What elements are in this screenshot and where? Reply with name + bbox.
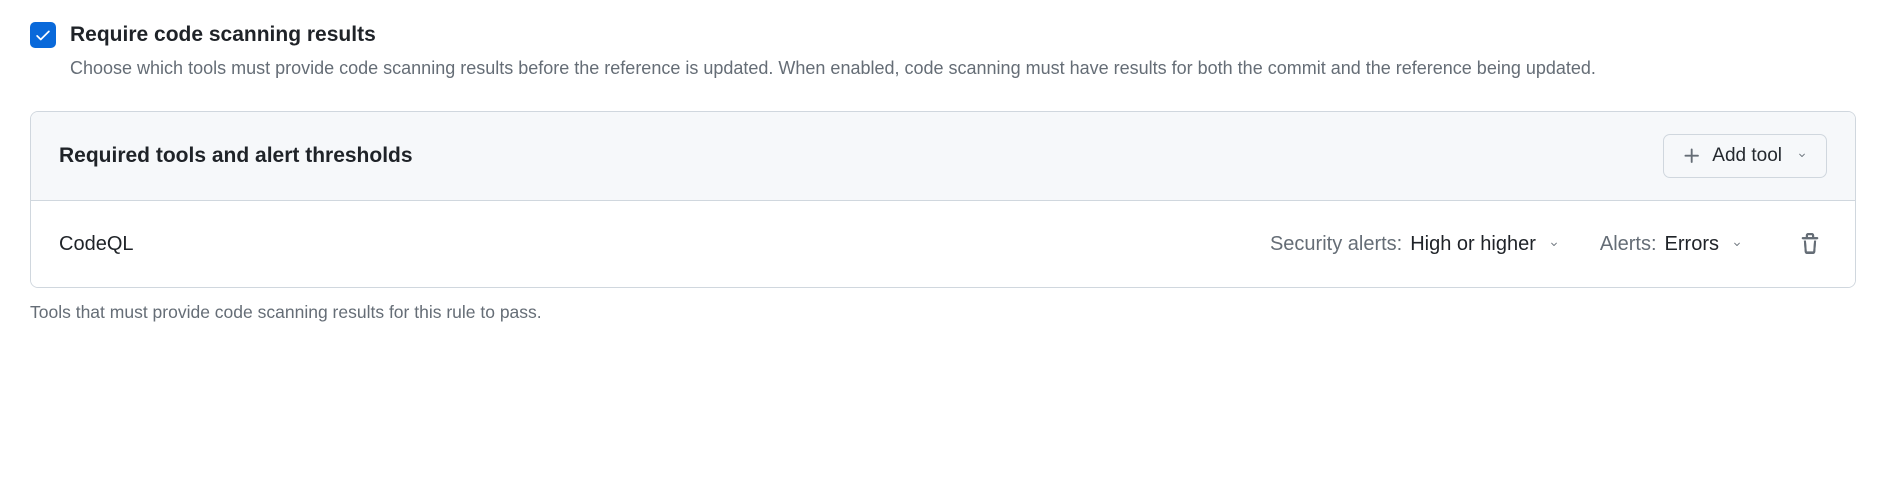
- require-code-scanning-checkbox[interactable]: [30, 22, 56, 48]
- alerts-label: Alerts:: [1600, 233, 1657, 256]
- security-alerts-dropdown[interactable]: Security alerts: High or higher: [1270, 233, 1560, 256]
- tool-name: CodeQL: [59, 233, 1230, 256]
- security-alerts-value: High or higher: [1410, 233, 1536, 256]
- footer-note: Tools that must provide code scanning re…: [30, 302, 1856, 323]
- panel-header: Required tools and alert thresholds Add …: [31, 112, 1855, 201]
- alerts-dropdown[interactable]: Alerts: Errors: [1600, 233, 1743, 256]
- setting-description: Choose which tools must provide code sca…: [70, 55, 1856, 83]
- add-tool-button[interactable]: Add tool: [1663, 134, 1827, 178]
- tool-row: CodeQL Security alerts: High or higher A…: [31, 201, 1855, 287]
- checkmark-icon: [34, 26, 52, 44]
- panel-title: Required tools and alert thresholds: [59, 144, 413, 168]
- add-tool-label: Add tool: [1712, 145, 1782, 167]
- caret-down-icon: [1727, 233, 1743, 256]
- delete-tool-button[interactable]: [1793, 227, 1827, 261]
- setting-title: Require code scanning results: [70, 20, 1856, 49]
- setting-header: Require code scanning results Choose whi…: [30, 20, 1856, 83]
- plus-icon: [1682, 146, 1702, 166]
- caret-down-icon: [1796, 145, 1808, 167]
- header-text-block: Require code scanning results Choose whi…: [70, 20, 1856, 83]
- tools-panel: Required tools and alert thresholds Add …: [30, 111, 1856, 288]
- trash-icon: [1799, 233, 1821, 255]
- alerts-value: Errors: [1665, 233, 1719, 256]
- security-alerts-label: Security alerts:: [1270, 233, 1402, 256]
- caret-down-icon: [1544, 233, 1560, 256]
